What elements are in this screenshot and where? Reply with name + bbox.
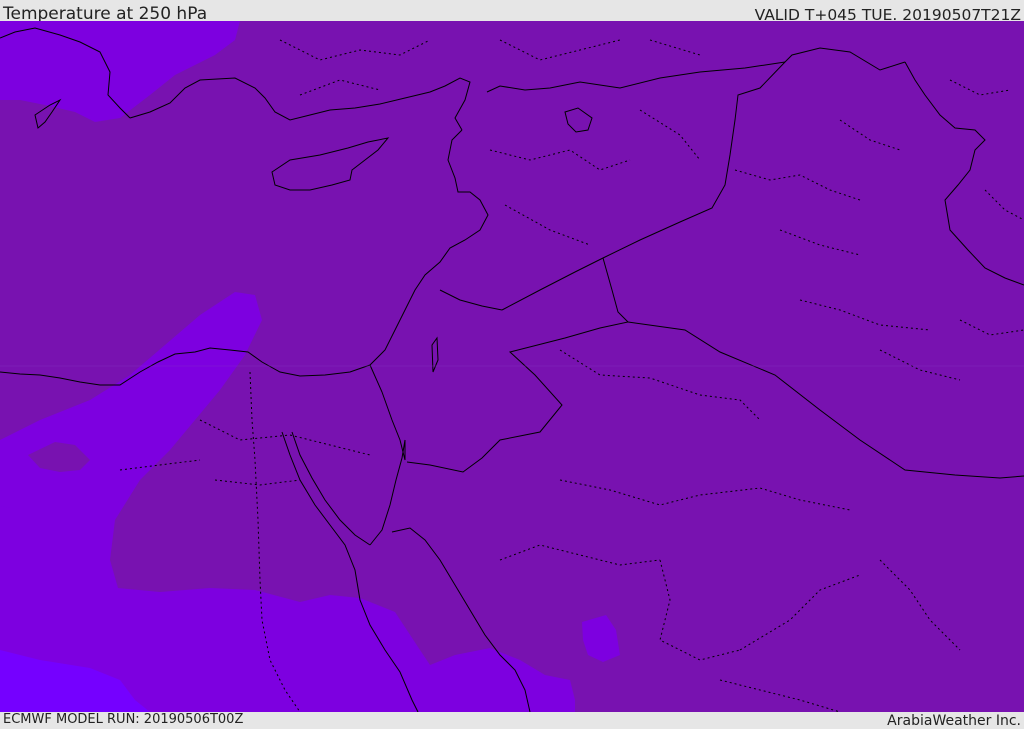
credit-label: ArabiaWeather Inc. <box>887 713 1021 729</box>
temperature-map[interactable] <box>0 21 1024 712</box>
footer-bar: ECMWF MODEL RUN: 20190506T00Z ArabiaWeat… <box>0 712 1024 729</box>
model-run-label: ECMWF MODEL RUN: 20190506T00Z <box>3 712 244 727</box>
map-canvas <box>0 21 1024 712</box>
header-bar: Temperature at 250 hPa VALID T+045 TUE. … <box>0 0 1024 24</box>
